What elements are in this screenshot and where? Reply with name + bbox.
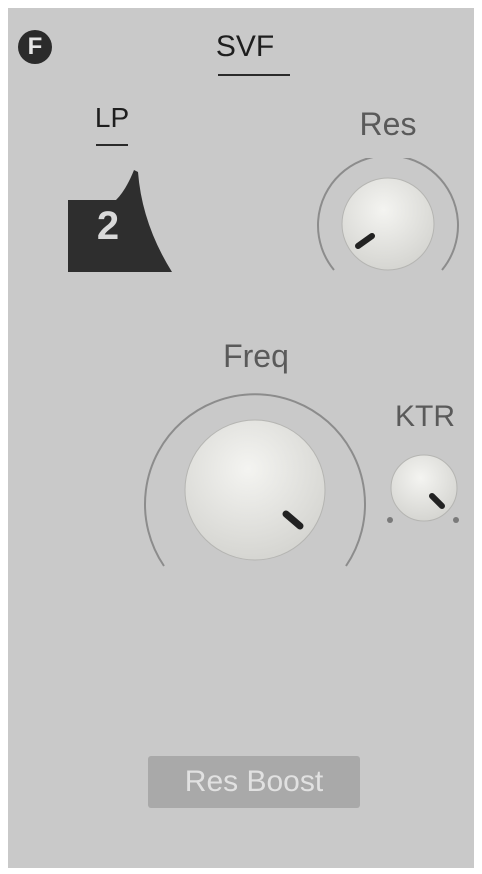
ktr-knob[interactable]: [380, 452, 470, 532]
res-knob-label: Res: [359, 106, 417, 142]
freq-knob[interactable]: [136, 386, 374, 582]
mode-underline: [96, 144, 128, 146]
slope-value: 2: [96, 204, 120, 248]
filter-type-title[interactable]: SVF: [202, 30, 288, 64]
title-underline: [218, 74, 290, 76]
res-boost-button[interactable]: Res Boost: [148, 756, 360, 808]
filter-slot-badge: F: [18, 30, 52, 64]
freq-knob-label: Freq: [223, 338, 289, 374]
res-knob[interactable]: [310, 158, 466, 284]
ktr-knob-label: KTR: [395, 400, 455, 433]
filter-mode-selector[interactable]: LP: [82, 102, 142, 134]
filter-panel: F SVF LP 2 Res Freq KTR Res Boost: [8, 8, 474, 868]
